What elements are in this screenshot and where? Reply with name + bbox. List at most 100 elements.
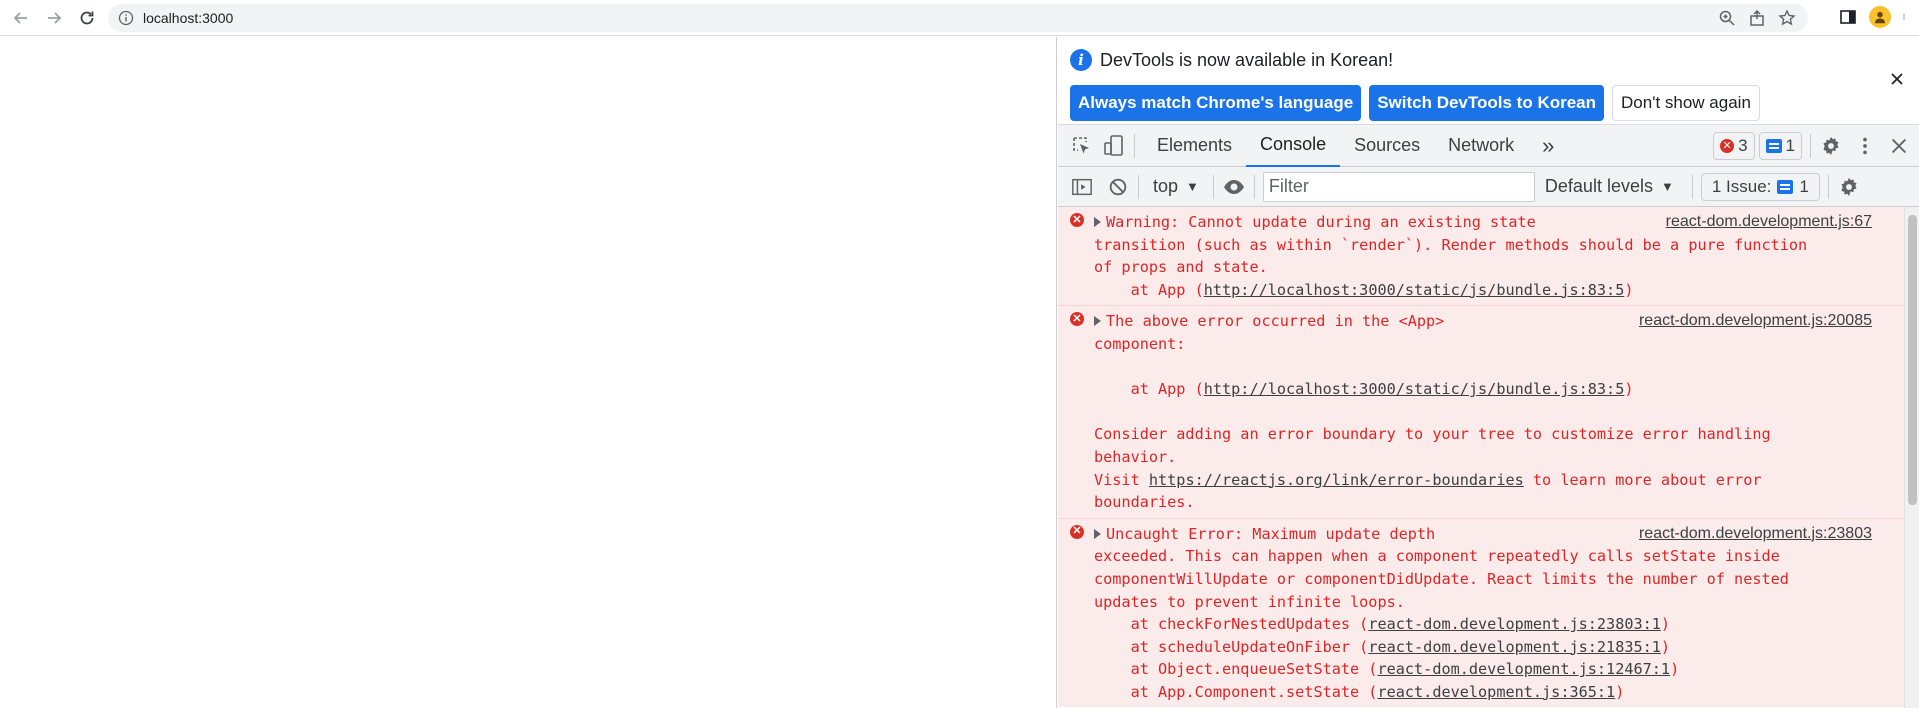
- console-error-entry[interactable]: ✕ react-dom.development.js:67 Warning: C…: [1058, 207, 1904, 307]
- message-line: Visit https://reactjs.org/link/error-bou…: [1094, 469, 1900, 492]
- scrollbar-thumb[interactable]: [1908, 215, 1917, 505]
- message-text: to learn more about error: [1523, 470, 1762, 489]
- person-icon: [1874, 11, 1886, 24]
- reload-button[interactable]: [74, 5, 100, 31]
- log-levels-dropdown[interactable]: Default levels ▼: [1535, 176, 1684, 197]
- close-icon[interactable]: [1887, 69, 1907, 89]
- browser-toolbar: localhost:3000: [0, 0, 1919, 36]
- stack-link[interactable]: http://localhost:3000/static/js/bundle.j…: [1204, 281, 1625, 299]
- stack-text: at App.Component.setState (: [1094, 682, 1378, 701]
- message-count-badge[interactable]: 1: [1758, 131, 1802, 160]
- toolbar-separator: [1212, 174, 1214, 199]
- error-icon: ✕: [1070, 312, 1084, 327]
- stack-text: ): [1670, 660, 1680, 679]
- message-text: Uncaught Error: Maximum update depth: [1106, 524, 1436, 543]
- stack-link[interactable]: react.development.js:365:1: [1377, 683, 1615, 701]
- settings-gear-icon[interactable]: [1819, 134, 1843, 158]
- error-count-badge[interactable]: ✕ 3: [1713, 131, 1755, 160]
- error-icon: ✕: [1070, 524, 1084, 539]
- side-panel-icon[interactable]: [1839, 8, 1857, 26]
- stack-line: at checkForNestedUpdates (react-dom.deve…: [1094, 613, 1900, 636]
- issues-button[interactable]: 1 Issue: 1: [1700, 172, 1820, 201]
- more-tabs-button[interactable]: »: [1528, 125, 1568, 167]
- forward-button[interactable]: [41, 5, 67, 31]
- message-line: of props and state.: [1094, 258, 1268, 277]
- filter-placeholder: Filter: [1268, 176, 1309, 196]
- message-line: boundaries.: [1094, 493, 1195, 512]
- always-match-language-button[interactable]: Always match Chrome's language: [1070, 85, 1362, 121]
- console-error-entry[interactable]: ✕ react-dom.development.js:20085 The abo…: [1058, 306, 1904, 519]
- message-line: behavior.: [1094, 447, 1177, 466]
- message-line: componentWillUpdate or componentDidUpdat…: [1094, 569, 1789, 588]
- expand-triangle-icon[interactable]: [1094, 316, 1101, 327]
- source-link[interactable]: react-dom.development.js:23803: [1639, 523, 1872, 546]
- stack-text: at scheduleUpdateOnFiber (: [1094, 637, 1369, 656]
- stack-link[interactable]: react-dom.development.js:21835:1: [1368, 638, 1661, 656]
- profile-avatar[interactable]: [1869, 6, 1891, 28]
- info-icon: i: [1070, 49, 1092, 71]
- tab-elements[interactable]: Elements: [1143, 125, 1246, 167]
- zoom-icon[interactable]: [1718, 9, 1736, 27]
- share-icon[interactable]: [1748, 9, 1766, 27]
- url-text[interactable]: localhost:3000: [143, 10, 233, 26]
- tab-console[interactable]: Console: [1246, 125, 1341, 167]
- message-text: Warning: Cannot update during an existin…: [1106, 213, 1536, 231]
- stack-text: at Object.enqueueSetState (: [1094, 660, 1378, 679]
- console-error-entry[interactable]: ✕ react-dom.development.js:23803 Uncaugh…: [1058, 518, 1904, 708]
- live-expression-eye-icon[interactable]: [1222, 175, 1246, 199]
- address-bar[interactable]: localhost:3000: [108, 4, 1808, 32]
- stack-text: at App (: [1094, 280, 1204, 299]
- message-icon: [1765, 138, 1782, 153]
- back-button[interactable]: [8, 5, 34, 31]
- chevron-down-icon: ▼: [1186, 179, 1199, 194]
- inspect-element-icon[interactable]: [1070, 134, 1094, 158]
- stack-link[interactable]: http://localhost:3000/static/js/bundle.j…: [1204, 380, 1625, 398]
- message-text: The above error occurred in the <App>: [1106, 312, 1445, 331]
- stack-line: at App (http://localhost:3000/static/js/…: [1094, 378, 1900, 401]
- site-info-icon[interactable]: [118, 10, 134, 26]
- reload-icon: [80, 11, 94, 24]
- filter-input[interactable]: Filter: [1262, 171, 1535, 202]
- toolbar-separator: [1827, 174, 1829, 199]
- close-devtools-icon[interactable]: [1887, 134, 1911, 158]
- source-link[interactable]: react-dom.development.js:20085: [1639, 310, 1872, 333]
- expand-triangle-icon[interactable]: [1094, 528, 1101, 539]
- bookmark-star-icon[interactable]: [1778, 9, 1796, 27]
- tab-sources[interactable]: Sources: [1340, 125, 1434, 167]
- issues-count: 1: [1799, 176, 1809, 196]
- stack-text: ): [1624, 280, 1634, 299]
- stack-text: ): [1615, 682, 1625, 701]
- tab-separator: [1810, 133, 1811, 158]
- source-link[interactable]: react-dom.development.js:67: [1666, 211, 1872, 234]
- switch-to-korean-button[interactable]: Switch DevTools to Korean: [1369, 85, 1605, 121]
- show-sidebar-icon[interactable]: [1070, 175, 1094, 199]
- tab-separator: [1134, 133, 1135, 158]
- stack-link[interactable]: react-dom.development.js:23803:1: [1368, 615, 1661, 633]
- clear-console-icon[interactable]: [1106, 175, 1130, 199]
- infobar-text: DevTools is now available in Korean!: [1100, 49, 1394, 70]
- message-text: Visit: [1094, 470, 1149, 489]
- console-settings-gear-icon[interactable]: [1837, 175, 1861, 199]
- stack-link[interactable]: react-dom.development.js:12467:1: [1377, 660, 1670, 678]
- arrow-right-icon: [48, 11, 62, 24]
- context-value: top: [1153, 176, 1179, 196]
- console-scrollbar[interactable]: [1904, 207, 1919, 708]
- console-messages: ✕ react-dom.development.js:67 Warning: C…: [1058, 207, 1904, 708]
- expand-triangle-icon[interactable]: [1094, 217, 1101, 227]
- error-icon: ✕: [1070, 213, 1084, 227]
- stack-line: at App (http://localhost:3000/static/js/…: [1094, 279, 1900, 302]
- stack-line: at App.Component.setState (react.develop…: [1094, 681, 1900, 704]
- error-icon: ✕: [1720, 138, 1735, 153]
- customize-menu-icon[interactable]: [1853, 134, 1877, 158]
- log-levels-label: Default levels: [1544, 176, 1653, 196]
- infobar-message: i DevTools is now available in Korean!: [1070, 49, 1393, 71]
- tab-network[interactable]: Network: [1434, 125, 1528, 167]
- error-boundaries-link[interactable]: https://reactjs.org/link/error-boundarie…: [1149, 471, 1524, 489]
- device-toolbar-icon[interactable]: [1102, 134, 1126, 158]
- message-line: transition (such as within `render`). Re…: [1094, 235, 1808, 254]
- issues-label: 1 Issue:: [1711, 176, 1772, 196]
- context-selector[interactable]: top ▼: [1147, 176, 1205, 197]
- kebab-menu-icon[interactable]: [1903, 8, 1909, 26]
- dont-show-again-button[interactable]: Don't show again: [1612, 85, 1760, 121]
